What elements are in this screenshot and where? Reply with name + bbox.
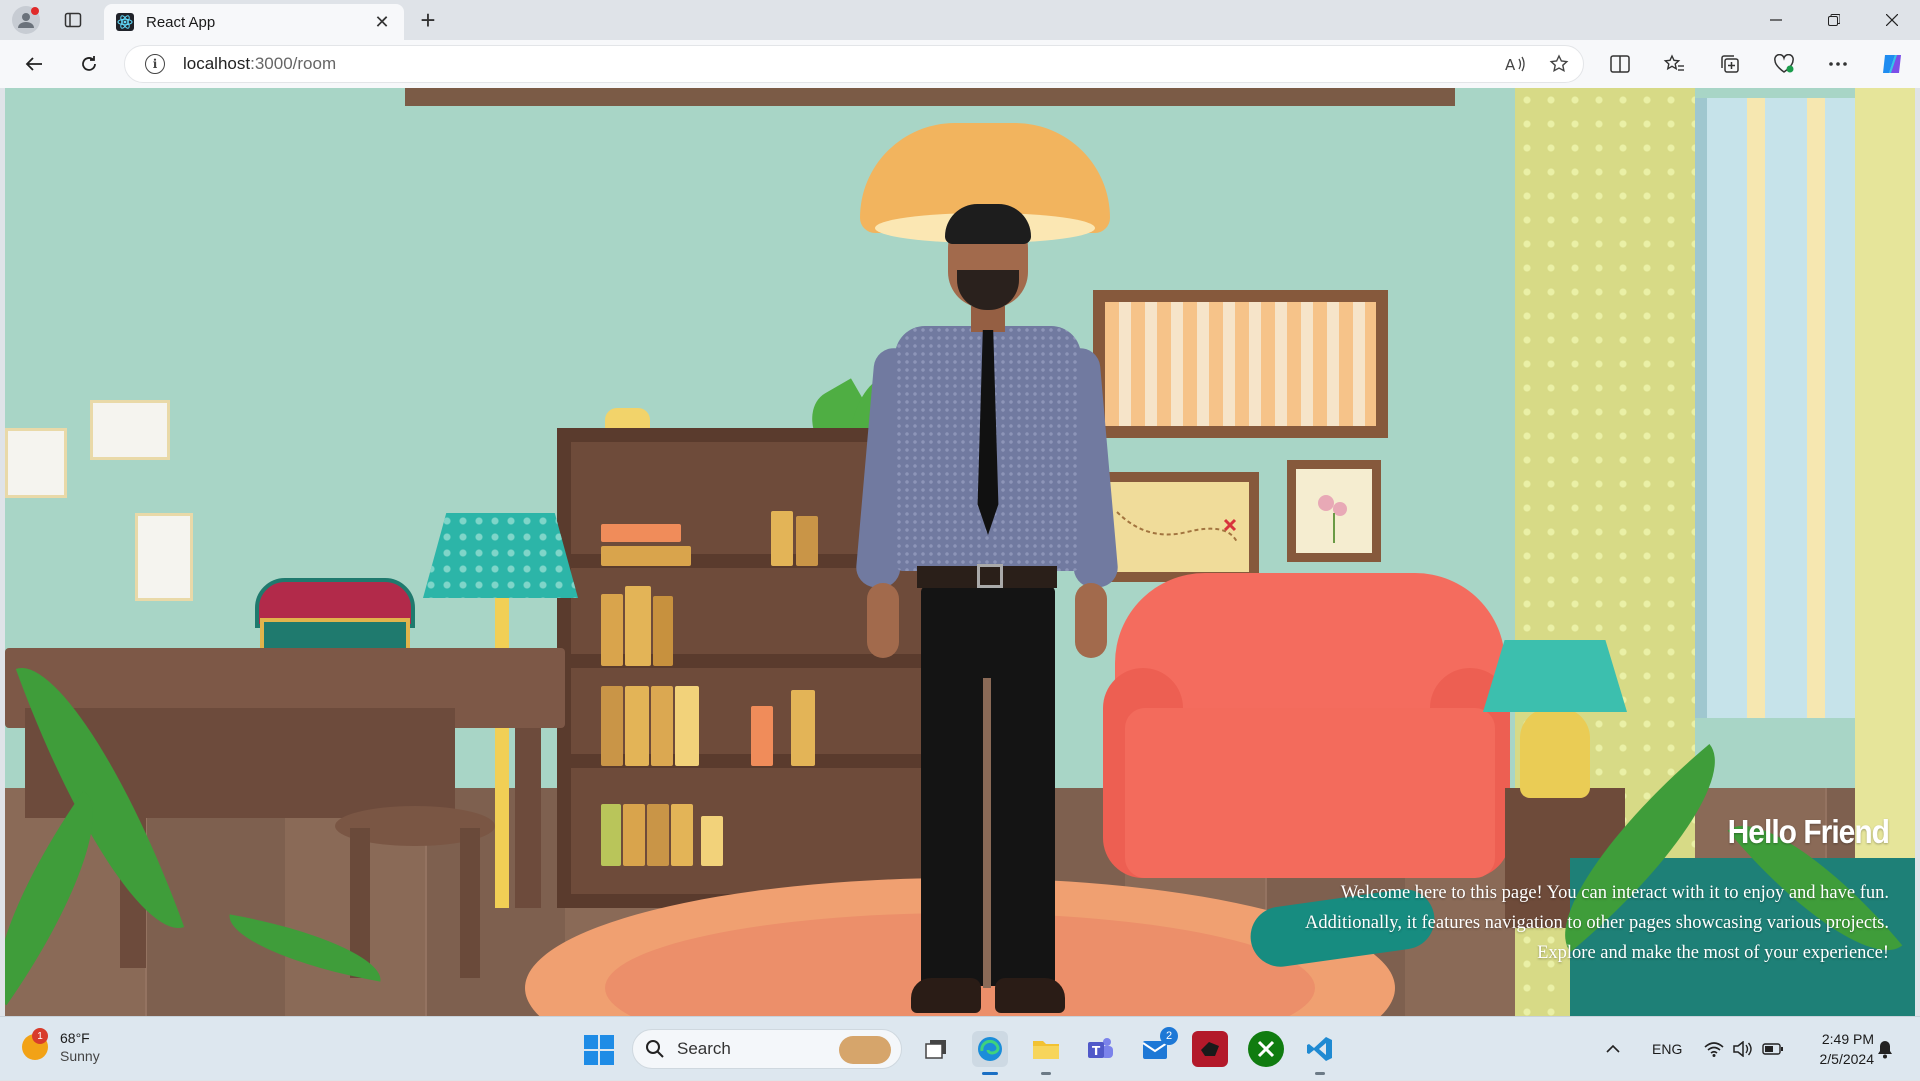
search-highlight-icon	[839, 1036, 891, 1064]
read-aloud-icon[interactable]: A	[1505, 54, 1527, 79]
minimize-icon[interactable]	[1748, 0, 1804, 40]
language-indicator[interactable]: ENG	[1652, 1017, 1682, 1081]
mail-badge: 2	[1160, 1027, 1178, 1045]
restore-icon[interactable]	[1806, 0, 1862, 40]
browser-toolbar: i localhost:3000/room A	[0, 40, 1920, 88]
room-scene-canvas[interactable]: Hello Friend Welcome here to this page! …	[5, 88, 1915, 1016]
side-lamp-base	[1520, 708, 1590, 798]
new-tab-button[interactable]: +	[414, 5, 442, 35]
weather-temperature: 68°F	[60, 1030, 90, 1046]
file-explorer-icon[interactable]	[1028, 1031, 1064, 1075]
battery-icon[interactable]	[1762, 1017, 1784, 1081]
profile-avatar-icon[interactable]	[12, 6, 40, 34]
svg-text:T: T	[1092, 1044, 1101, 1058]
teams-icon[interactable]: T	[1082, 1031, 1118, 1067]
url-path: :3000/room	[250, 54, 337, 73]
windows-taskbar: 1 68°F Sunny Search T 2 ENG 2:49 PM 2/5/…	[0, 1016, 1920, 1080]
fox-drawing	[90, 400, 170, 460]
clock-time: 2:49 PM	[1821, 1031, 1874, 1047]
address-bar[interactable]: i localhost:3000/room A	[124, 45, 1584, 83]
table-lamp	[423, 513, 578, 598]
ceiling-beam	[405, 88, 1455, 106]
3d-avatar[interactable]	[854, 204, 1120, 1016]
split-screen-icon[interactable]	[1606, 50, 1634, 78]
svg-text:A: A	[1505, 56, 1516, 74]
back-arrow-icon[interactable]	[18, 48, 50, 80]
react-logo-icon	[116, 13, 134, 31]
figure-drawing	[135, 513, 193, 601]
copilot-icon[interactable]	[1878, 50, 1906, 78]
sofa[interactable]	[1125, 708, 1495, 878]
flower-frame	[1287, 460, 1381, 562]
tab-actions-icon[interactable]	[62, 9, 84, 31]
start-windows-icon[interactable]	[584, 1035, 614, 1065]
search-icon	[646, 1040, 664, 1058]
notification-dot	[31, 7, 39, 15]
browser-essentials-icon[interactable]	[1770, 50, 1798, 78]
browser-tab-bar: React App ✕ +	[0, 0, 1920, 40]
favorites-icon[interactable]	[1660, 50, 1688, 78]
tab-title: React App	[146, 13, 216, 31]
tree-drawing	[5, 428, 67, 498]
task-view-icon[interactable]	[918, 1031, 954, 1067]
more-options-icon[interactable]	[1824, 50, 1852, 78]
wifi-icon[interactable]	[1704, 1017, 1724, 1081]
table-lamp-stand	[495, 598, 509, 908]
xbox-icon[interactable]	[1248, 1031, 1284, 1067]
sun-icon: 1	[22, 1028, 48, 1060]
search-label: Search	[677, 1039, 731, 1058]
welcome-paragraph: Welcome here to this page! You can inter…	[1305, 883, 1889, 963]
weather-condition: Sunny	[60, 1048, 100, 1064]
collections-icon[interactable]	[1716, 50, 1744, 78]
vscode-icon[interactable]	[1302, 1031, 1338, 1075]
close-tab-icon[interactable]: ✕	[372, 12, 392, 32]
volume-icon[interactable]	[1732, 1017, 1752, 1081]
picture-frame-large	[1093, 290, 1388, 438]
side-lamp	[1483, 640, 1627, 712]
weather-badge: 1	[32, 1028, 48, 1044]
clock-date: 2/5/2024	[1819, 1051, 1875, 1067]
show-hidden-icons-chevron-icon[interactable]	[1606, 1017, 1620, 1081]
ruby-app-icon[interactable]	[1192, 1031, 1228, 1067]
url-text: localhost:3000/room	[183, 54, 336, 74]
favorite-star-icon[interactable]	[1549, 54, 1569, 79]
close-window-icon[interactable]	[1864, 0, 1920, 40]
system-clock[interactable]: 2:49 PM 2/5/2024	[1820, 1029, 1875, 1069]
edge-browser-icon[interactable]	[972, 1031, 1008, 1075]
taskbar-search[interactable]: Search	[632, 1029, 902, 1069]
hello-heading: Hello Friend	[1727, 814, 1890, 851]
refresh-icon[interactable]	[73, 48, 105, 80]
mail-icon[interactable]: 2	[1138, 1027, 1178, 1067]
notification-bell-icon[interactable]	[1876, 1017, 1894, 1081]
tab-react-app[interactable]: React App ✕	[104, 4, 404, 40]
treasure-map-frame	[1097, 472, 1259, 582]
weather-widget[interactable]: 1 68°F Sunny	[22, 1028, 100, 1065]
url-host: localhost	[183, 54, 251, 73]
site-info-icon[interactable]: i	[145, 54, 165, 74]
